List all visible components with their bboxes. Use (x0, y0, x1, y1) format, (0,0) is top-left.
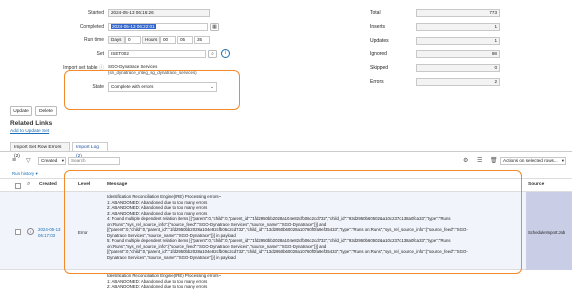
select-all-checkbox[interactable] (15, 183, 21, 189)
delete-button[interactable]: Delete (35, 106, 57, 116)
chevron-down-icon: ▾ (561, 158, 564, 163)
row-source-text: ScheduleImport:Job (528, 230, 566, 235)
runtime-hours-label: Hours (142, 36, 160, 44)
row-message: Identification Reconciliation Engine(IRE… (107, 273, 525, 290)
updates-label: Updates (370, 38, 389, 44)
ignored-label: Ignored (370, 51, 387, 57)
trash-icon[interactable]: 🗑 (490, 157, 498, 164)
col-created[interactable]: Created (39, 182, 57, 187)
update-button[interactable]: Update (10, 106, 32, 116)
runtime-minutes-field[interactable]: 05 (177, 36, 193, 44)
runtime-days-field[interactable]: 0 (125, 36, 141, 44)
related-links-title: Related Links (10, 120, 53, 127)
state-select[interactable]: Complete with errors ⌄ (108, 82, 217, 92)
updates-field: 1 (416, 37, 500, 45)
completed-label: Completed (79, 24, 104, 30)
runtime-days-label: Days (108, 36, 125, 44)
add-to-update-set-link[interactable]: Add to Update Set (10, 129, 49, 134)
filter-field-select[interactable]: Created ▾ (38, 157, 66, 165)
started-field: 2024-05-13 06:16:26 (108, 9, 210, 17)
run-history-breadcrumb[interactable]: Run history ▾ (12, 171, 38, 177)
info-icon: i (224, 50, 227, 56)
chevron-down-icon: ▾ (35, 171, 38, 176)
runtime-hours-field[interactable]: 00 (160, 36, 176, 44)
started-label: Started (87, 10, 104, 16)
message-line: 2: ABANDONED: Abandoned due to too many … (107, 284, 208, 289)
tab-underline (0, 151, 572, 152)
set-field[interactable]: ISET002 (108, 50, 206, 58)
total-label: Total (370, 10, 381, 16)
calendar-button[interactable]: ▦ (210, 23, 219, 31)
filter-icon[interactable]: ▽ (26, 157, 31, 164)
search-icon[interactable]: ⌕ (27, 181, 30, 188)
search-icon: ⌕ (211, 51, 214, 57)
info-button[interactable]: i (221, 49, 230, 58)
state-label: State (92, 84, 104, 90)
errors-field: 2 (416, 78, 500, 86)
chevron-down-icon: ⌄ (210, 84, 214, 89)
total-field: 773 (416, 9, 500, 17)
lookup-button[interactable]: ⌕ (208, 50, 217, 58)
chevron-down-icon: ▾ (61, 158, 64, 163)
runtime-seconds-field[interactable]: 35 (194, 36, 210, 44)
errors-label: Errors (370, 79, 384, 85)
set-label: Set (96, 51, 104, 57)
info-icon[interactable]: i (27, 228, 34, 235)
highlight-log-row (64, 170, 522, 274)
hamburger-icon[interactable]: ≡ (12, 157, 16, 164)
completed-field[interactable]: 2024-05-13 06:22:01 (108, 23, 208, 31)
calendar-icon: ▦ (212, 24, 217, 30)
runtime-label: Run time (83, 37, 104, 43)
skipped-label: Skipped (370, 65, 389, 71)
inserts-field: 1 (416, 23, 500, 31)
search-input[interactable]: Search (68, 157, 120, 165)
gear-icon[interactable]: ⚙ (463, 157, 468, 164)
completed-value: 2024-05-13 06:22:01 (111, 24, 156, 29)
actions-select[interactable]: Actions on selected rows... ▾ (500, 157, 566, 165)
row-checkbox[interactable] (15, 229, 21, 235)
inserts-label: Inserts (370, 24, 386, 30)
col-source[interactable]: Source (528, 182, 544, 187)
skipped-field: 0 (416, 64, 500, 72)
ignored-field: 98 (416, 50, 500, 58)
import-set-table-value[interactable]: SGO-Dynatrace Services (108, 64, 157, 69)
sliders-icon[interactable]: ☰ (477, 157, 482, 164)
